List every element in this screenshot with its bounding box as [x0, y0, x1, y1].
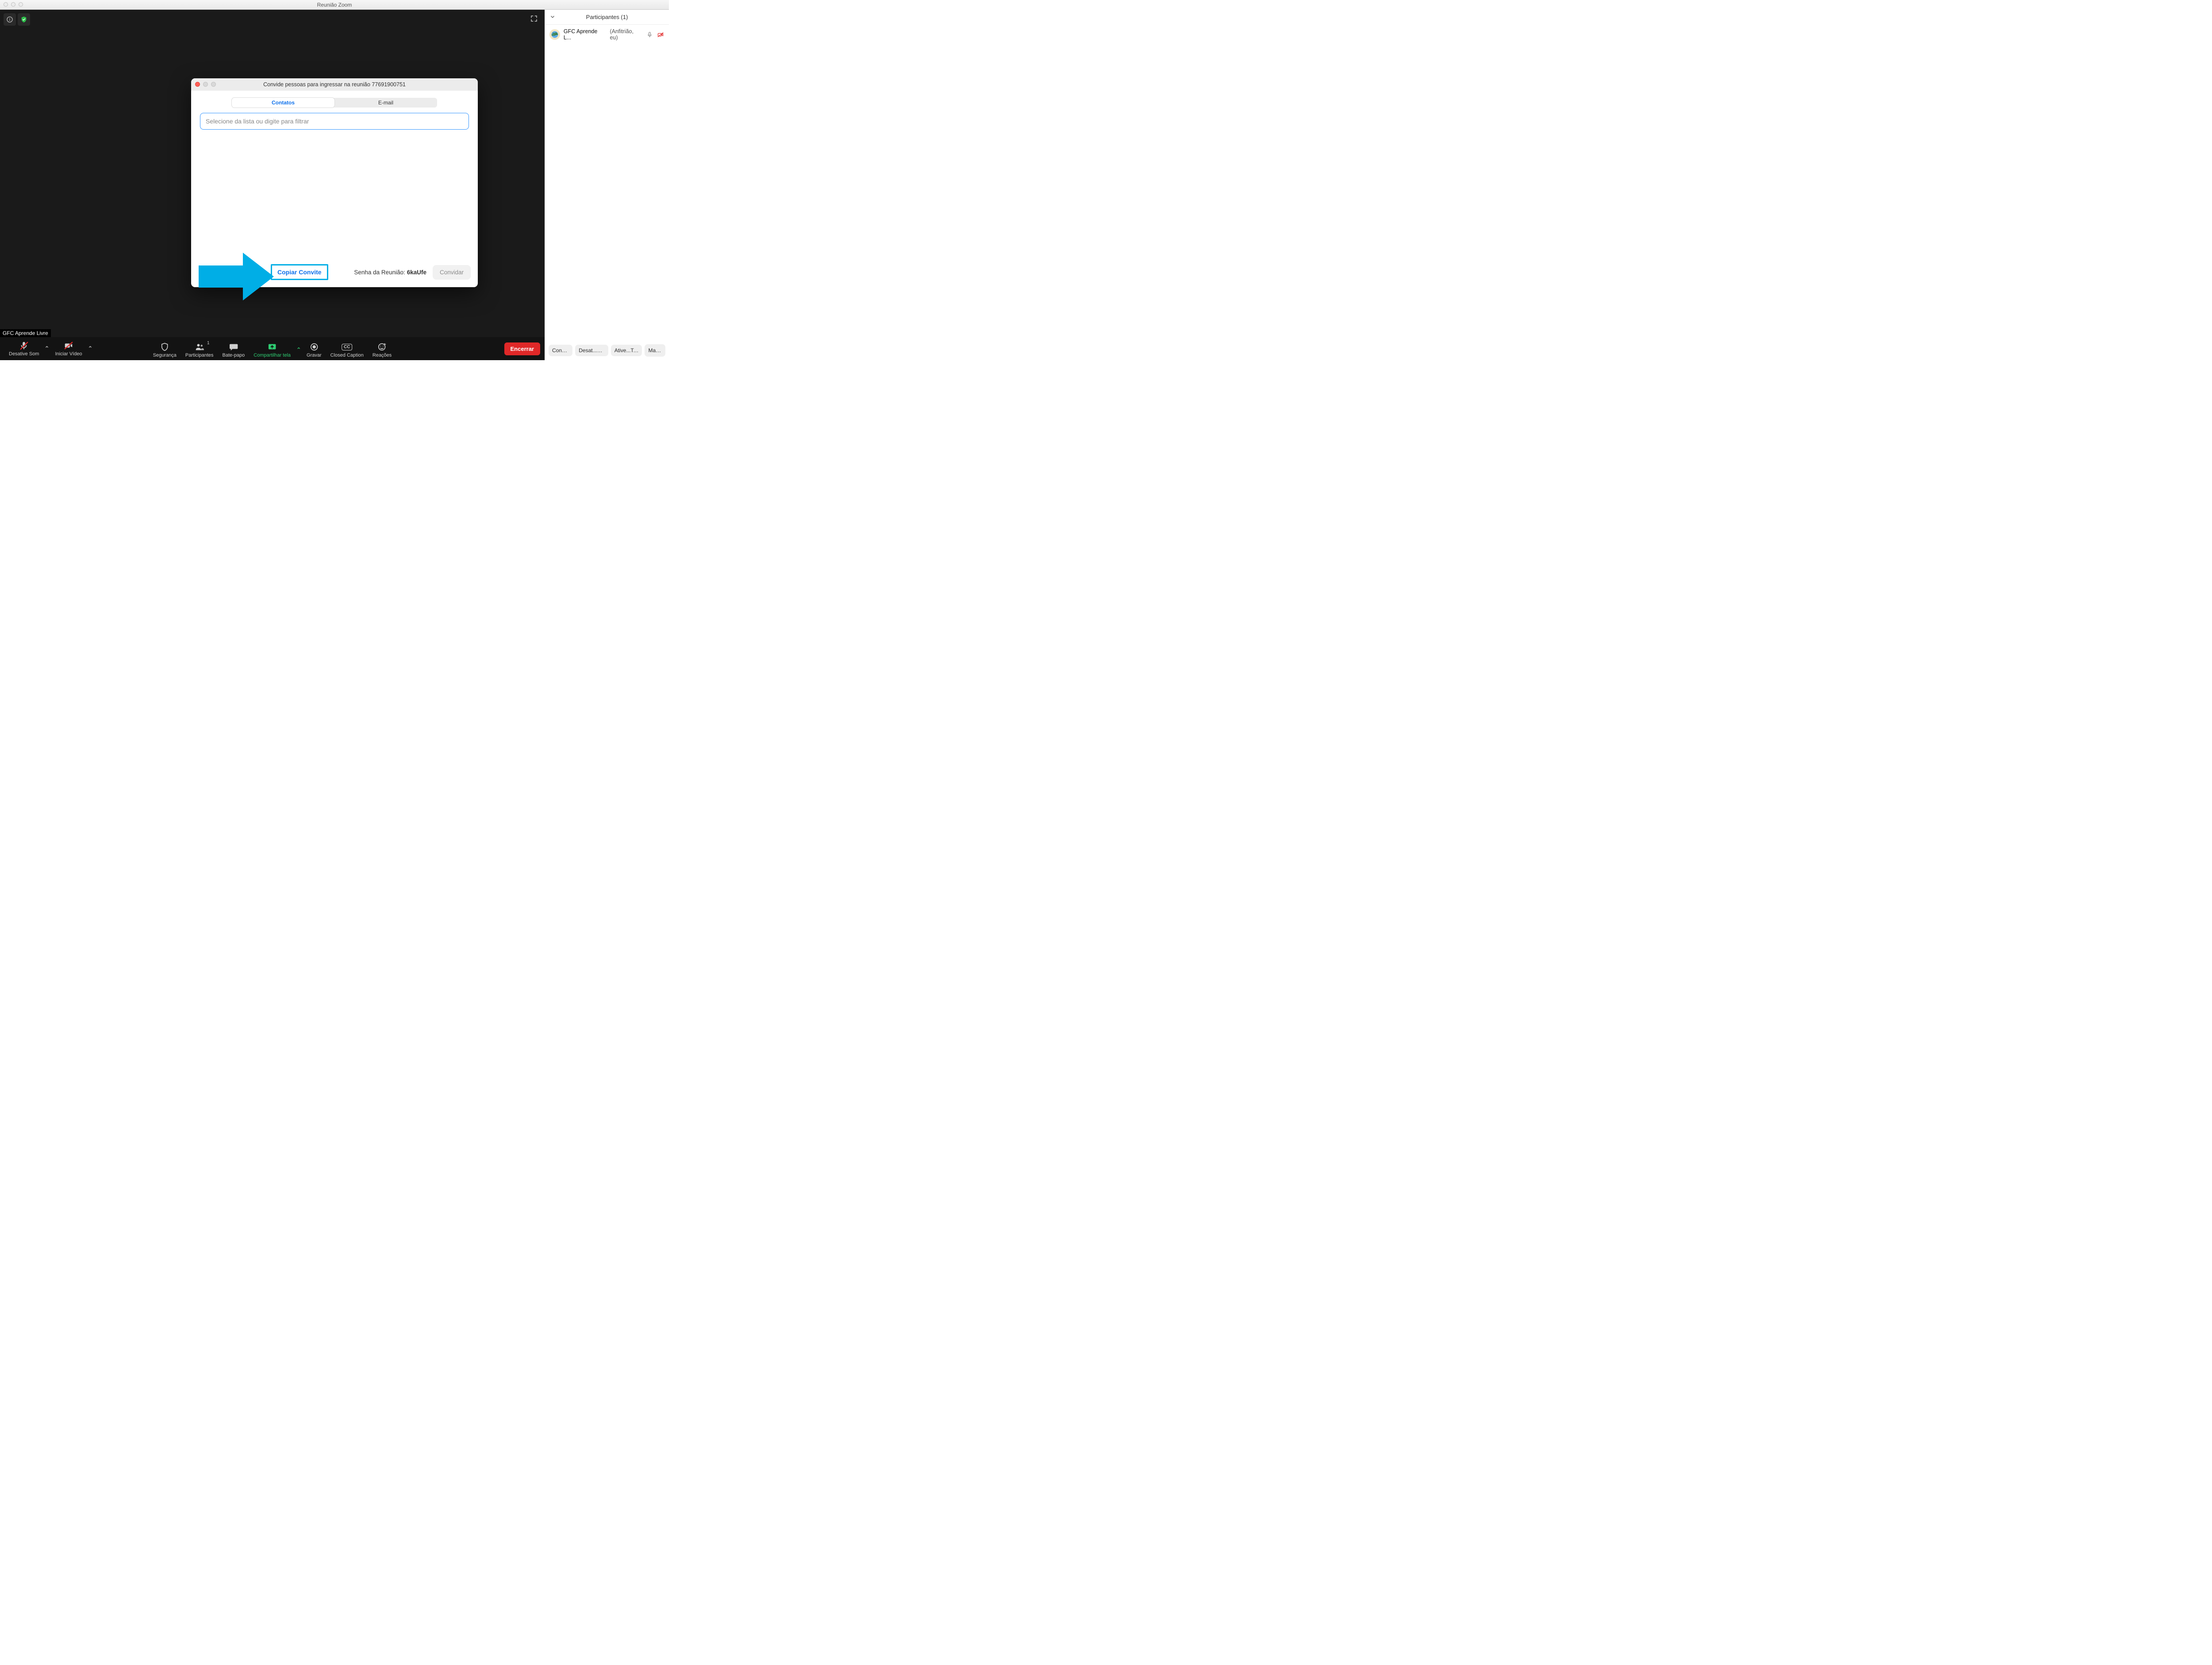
chevron-up-icon	[88, 345, 92, 349]
chevron-down-icon: ﹀	[661, 348, 665, 354]
tab-contacts[interactable]: Contatos	[232, 98, 334, 108]
reactions-label: Reações	[373, 353, 392, 358]
video-off-icon	[657, 31, 664, 38]
participant-name: GFC Aprende L...	[564, 28, 607, 41]
copy-invite-button[interactable]: Copiar Convite	[271, 264, 328, 280]
reactions-button[interactable]: Reações	[368, 340, 396, 360]
participants-icon	[194, 342, 205, 352]
traffic-lights[interactable]	[4, 2, 23, 7]
invite-modal-title: Convide pessoas para ingressar na reuniã…	[263, 81, 406, 88]
reactions-icon	[377, 342, 387, 352]
record-label: Gravar	[307, 353, 322, 358]
security-label: Segurança	[153, 353, 177, 358]
share-screen-icon	[267, 342, 277, 352]
window-titlebar: Reunião Zoom	[0, 0, 669, 10]
invite-search-input[interactable]	[205, 117, 464, 125]
shield-check-icon	[20, 16, 27, 23]
tab-email[interactable]: E-mail	[334, 98, 437, 108]
shield-icon	[160, 342, 169, 352]
chevron-down-icon	[549, 14, 556, 20]
chevron-up-icon	[296, 346, 301, 350]
footer-more-button[interactable]: Mais﹀	[645, 344, 665, 357]
video-label: Iniciar Vídeo	[55, 351, 82, 357]
closed-caption-button[interactable]: CC Closed Caption	[326, 340, 368, 360]
video-options-caret[interactable]	[87, 345, 94, 359]
chevron-up-icon	[45, 345, 49, 349]
participants-panel: Participantes (1) GFC Aprende L... (Anfi…	[545, 10, 669, 360]
share-screen-button[interactable]: Compartilhar tela	[249, 340, 295, 360]
encryption-status-button[interactable]	[18, 13, 30, 26]
cc-icon: CC	[342, 344, 352, 350]
meeting-info-button[interactable]	[4, 13, 16, 26]
invite-results-area	[191, 130, 478, 258]
microphone-icon	[646, 31, 653, 38]
start-video-button[interactable]: Iniciar Vídeo	[50, 339, 86, 359]
meeting-password-value: 6kaUfe	[407, 269, 426, 276]
meeting-video-area: GFC Aprende Livre Desative Som	[0, 10, 545, 360]
participant-role: (Anfitrião, eu)	[610, 28, 643, 41]
record-icon	[309, 342, 319, 352]
share-label: Compartilhar tela	[253, 353, 291, 358]
participant-row[interactable]: GFC Aprende L... (Anfitrião, eu)	[545, 25, 669, 44]
footer-ask-unmute-button[interactable]: Ative...Todos	[611, 345, 642, 356]
invite-tabs: Contatos E-mail	[232, 98, 437, 108]
record-button[interactable]: Gravar	[302, 340, 326, 360]
self-view-name-label: GFC Aprende Livre	[0, 329, 51, 337]
participants-footer: Convidar Desat...Todos Ative...Todos Mai…	[545, 341, 669, 360]
video-off-icon	[63, 341, 74, 350]
audio-options-caret[interactable]	[43, 345, 50, 359]
window-title: Reunião Zoom	[317, 2, 352, 8]
footer-mute-all-button[interactable]: Desat...Todos	[575, 345, 608, 356]
participant-avatar	[549, 29, 560, 40]
meeting-password-label: Senha da Reunião: 6kaUfe	[354, 269, 426, 276]
chat-icon	[229, 342, 238, 352]
invite-button-disabled: Convidar	[433, 265, 471, 280]
meeting-password-prefix: Senha da Reunião:	[354, 269, 407, 276]
participants-button[interactable]: 1 Participantes	[181, 340, 218, 360]
fullscreen-icon	[530, 15, 538, 23]
info-icon	[6, 16, 13, 23]
invite-search-field[interactable]	[200, 113, 469, 130]
chat-label: Bate-papo	[223, 353, 245, 358]
cc-label: Closed Caption	[330, 353, 364, 358]
invite-modal: Convide pessoas para ingressar na reuniã…	[191, 78, 478, 287]
globe-icon	[550, 30, 559, 39]
participants-panel-title: Participantes (1)	[586, 14, 628, 20]
footer-invite-button[interactable]: Convidar	[549, 345, 572, 356]
footer-more-label: Mais	[648, 347, 661, 354]
participants-count-badge: 1	[207, 341, 210, 346]
participants-label: Participantes	[185, 353, 214, 358]
chat-button[interactable]: Bate-papo	[218, 340, 250, 360]
share-options-caret[interactable]	[295, 346, 302, 360]
end-meeting-button[interactable]: Encerrar	[504, 342, 540, 355]
invite-modal-titlebar: Convide pessoas para ingressar na reuniã…	[191, 78, 478, 91]
mute-button[interactable]: Desative Som	[4, 339, 43, 359]
security-button[interactable]: Segurança	[149, 340, 181, 360]
meeting-toolbar: Desative Som Iniciar Vídeo	[0, 337, 545, 360]
modal-traffic-lights[interactable]	[195, 82, 216, 87]
mute-label: Desative Som	[9, 351, 39, 357]
collapse-participants-button[interactable]	[549, 14, 556, 22]
enter-fullscreen-button[interactable]	[530, 14, 538, 23]
microphone-muted-icon	[19, 341, 29, 350]
